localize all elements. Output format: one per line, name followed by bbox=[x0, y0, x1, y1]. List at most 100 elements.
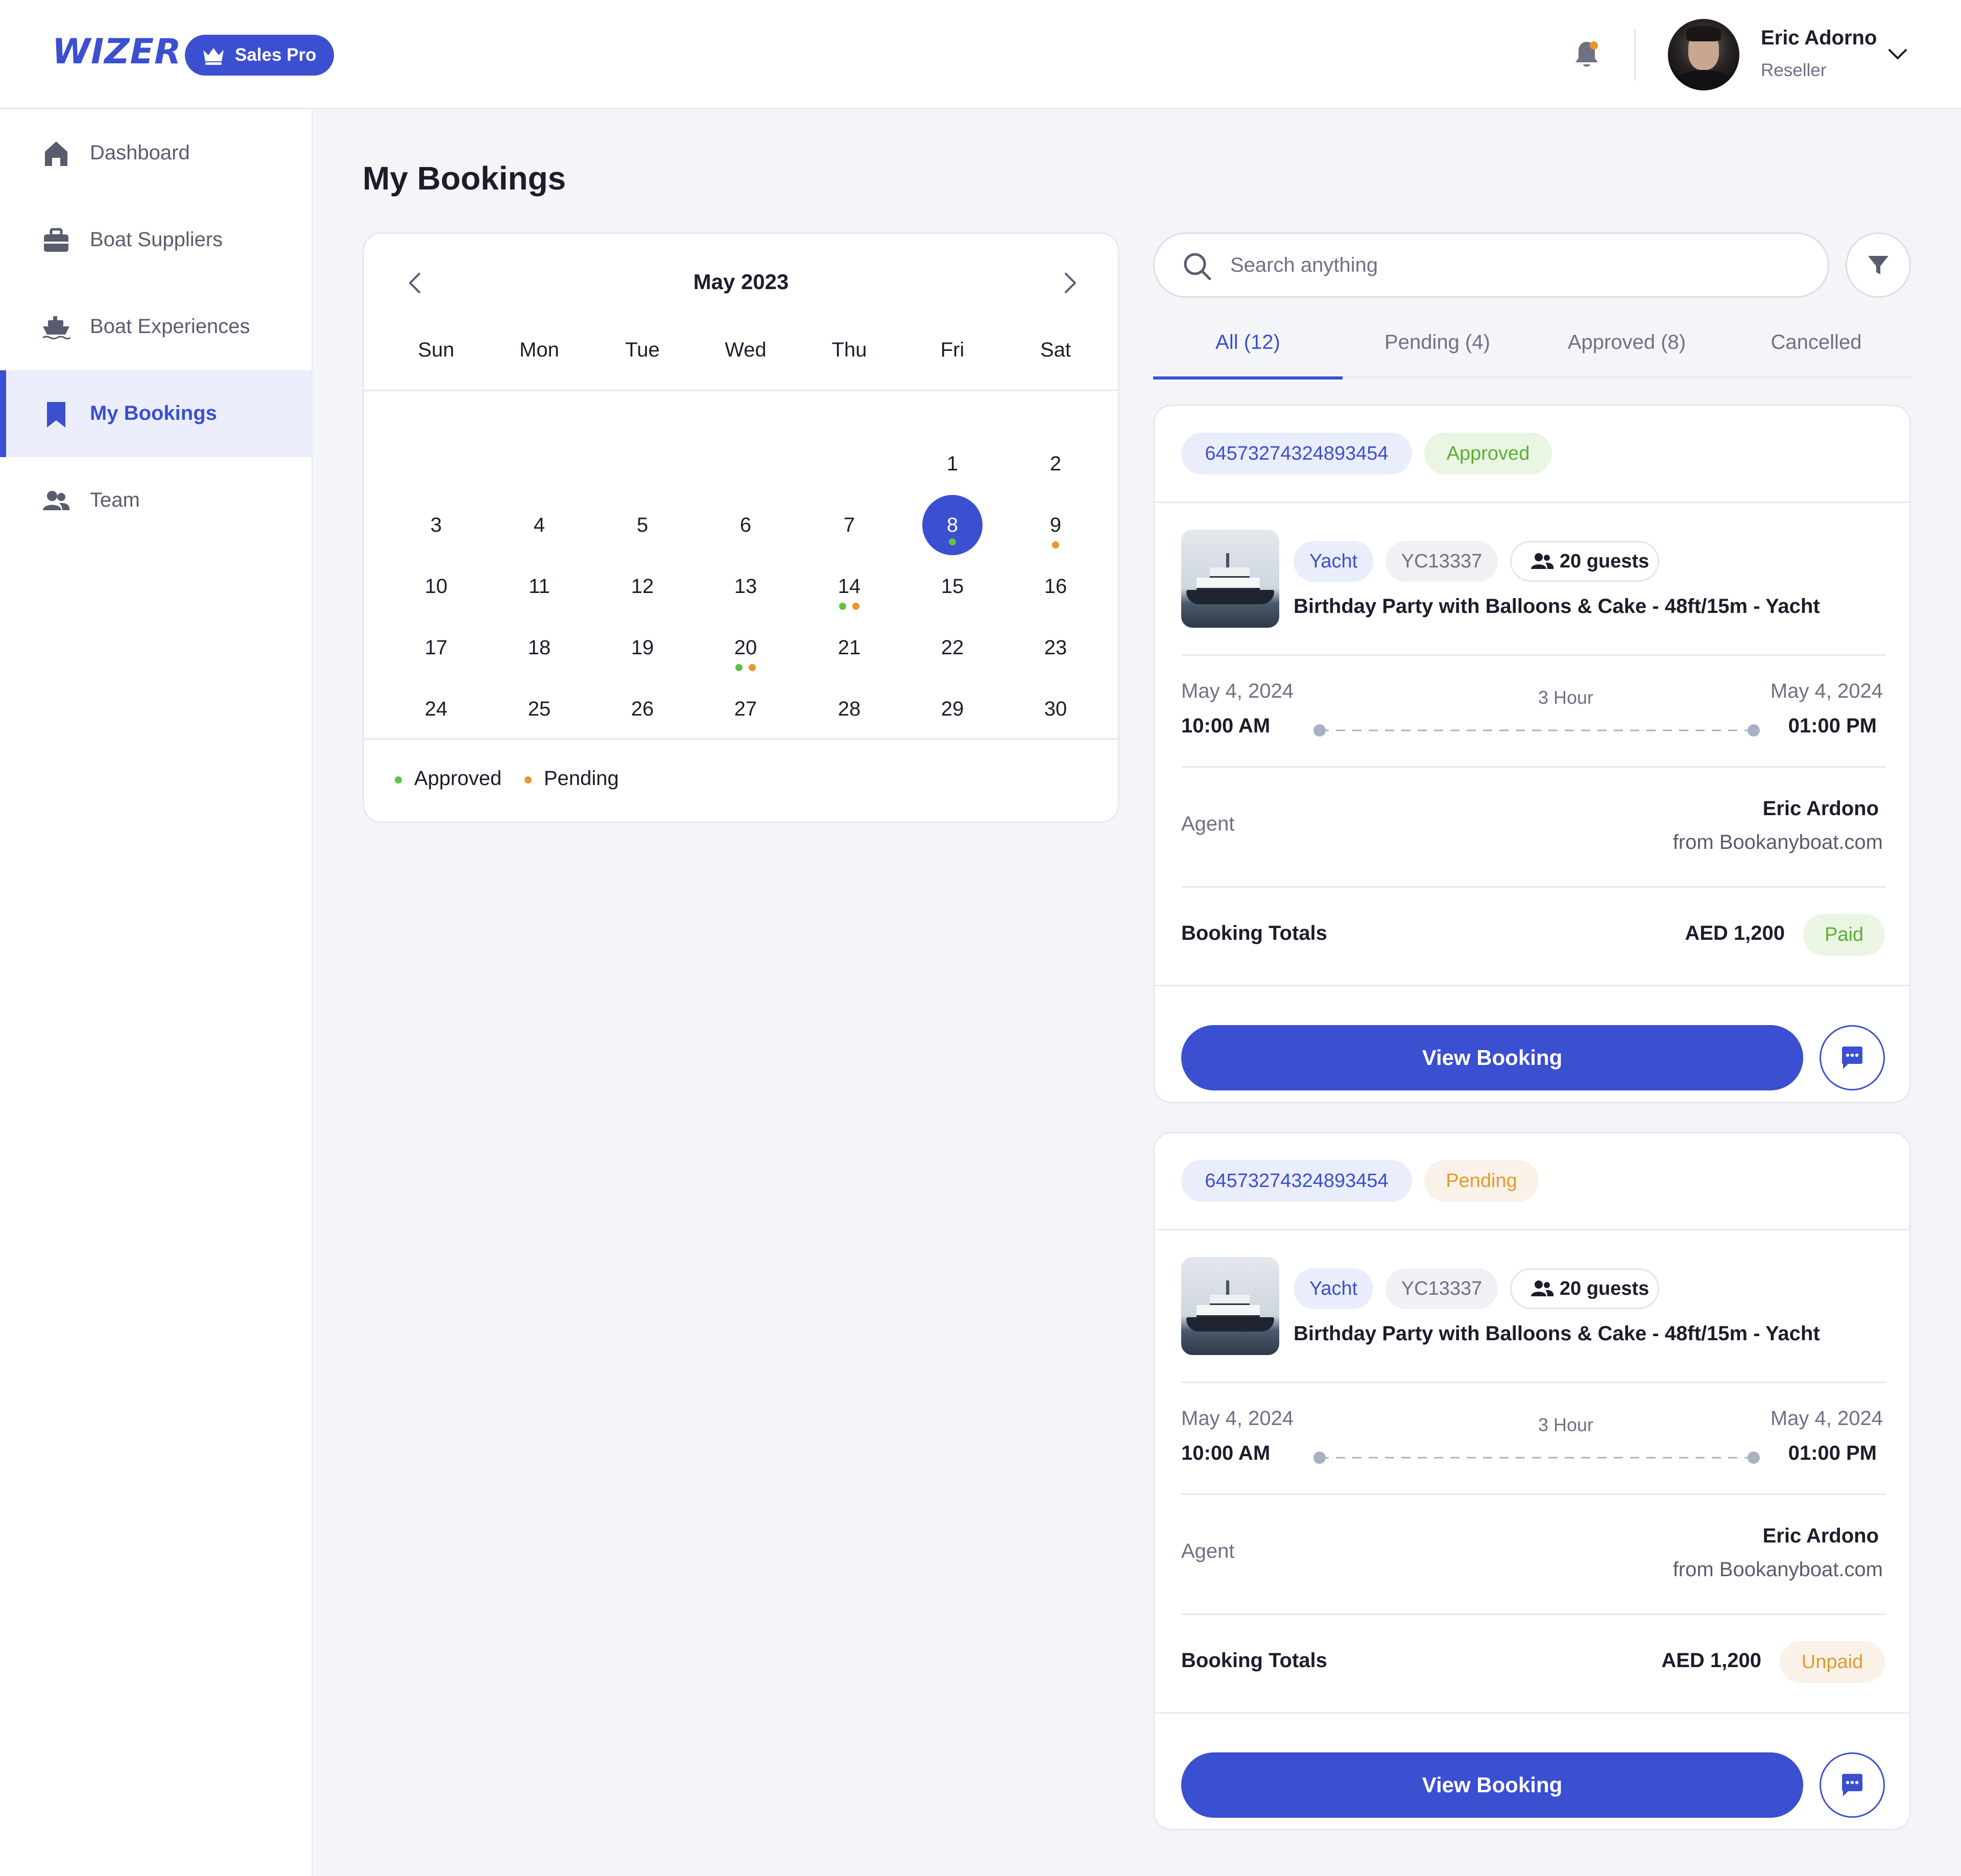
start-date: May 4, 2024 bbox=[1181, 1407, 1294, 1430]
calendar-day[interactable]: 26 bbox=[612, 678, 673, 740]
calendar-day[interactable]: 14 bbox=[819, 556, 880, 617]
calendar-day-number: 17 bbox=[424, 636, 448, 659]
crown-icon bbox=[203, 48, 224, 65]
search-input[interactable] bbox=[1230, 246, 1802, 284]
top-bar: WIZER Sales Pro Eric Adorno Reseller bbox=[0, 0, 1961, 109]
calendar-day[interactable]: 1 bbox=[922, 433, 983, 494]
chevron-down-icon[interactable] bbox=[1887, 47, 1908, 61]
user-name[interactable]: Eric Adorno bbox=[1761, 27, 1877, 50]
ship-icon bbox=[42, 316, 70, 340]
calendar-day[interactable]: 17 bbox=[405, 617, 467, 678]
calendar-day[interactable]: 19 bbox=[612, 617, 673, 678]
calendar-day[interactable]: 24 bbox=[405, 678, 467, 740]
calendar-day[interactable]: 23 bbox=[1025, 617, 1086, 678]
calendar-day[interactable]: 3 bbox=[405, 494, 467, 556]
card-divider bbox=[1181, 886, 1886, 888]
guests-count: 20 guests bbox=[1560, 1278, 1649, 1299]
end-date: May 4, 2024 bbox=[1770, 680, 1883, 702]
plan-badge: Sales Pro bbox=[185, 35, 334, 76]
calendar-day[interactable]: 21 bbox=[819, 617, 880, 678]
calendar-day[interactable]: 16 bbox=[1025, 556, 1086, 617]
sidebar-item-my-bookings[interactable]: My Bookings bbox=[0, 370, 312, 457]
chat-icon bbox=[1842, 1774, 1862, 1796]
calendar-day[interactable]: 5 bbox=[612, 494, 673, 556]
sidebar-item-boat-experiences[interactable]: Boat Experiences bbox=[0, 283, 312, 370]
calendar-day-number: 30 bbox=[1044, 698, 1067, 720]
calendar-day-number: 14 bbox=[838, 575, 861, 598]
view-booking-button[interactable]: View Booking bbox=[1181, 1752, 1803, 1818]
card-divider bbox=[1155, 1712, 1909, 1714]
booking-status-tabs: All (12) Pending (4) Approved (8) Cancel… bbox=[1153, 317, 1911, 379]
duration-label: 3 Hour bbox=[1538, 1414, 1594, 1435]
weekday-label: Sun bbox=[418, 339, 455, 361]
sidebar-item-boat-suppliers[interactable]: Boat Suppliers bbox=[0, 197, 312, 283]
payment-status-badge: Unpaid bbox=[1780, 1641, 1885, 1683]
booking-totals-label: Booking Totals bbox=[1181, 922, 1327, 944]
approved-marker-dot bbox=[839, 603, 846, 610]
calendar-day-number: 29 bbox=[941, 698, 964, 720]
calendar-month-title: May 2023 bbox=[693, 270, 789, 294]
calendar-day[interactable]: 9 bbox=[1025, 494, 1086, 556]
calendar-day[interactable]: 11 bbox=[509, 556, 570, 617]
calendar-day-number: 18 bbox=[528, 636, 551, 659]
calendar-day[interactable]: 13 bbox=[715, 556, 776, 617]
calendar-day-number: 27 bbox=[734, 698, 757, 720]
weekday-label: Mon bbox=[519, 339, 559, 361]
calendar-day[interactable]: 12 bbox=[612, 556, 673, 617]
guests-tag: 20 guests bbox=[1510, 541, 1659, 582]
pending-marker-dot bbox=[852, 603, 859, 610]
tab-pending[interactable]: Pending (4) bbox=[1343, 317, 1532, 378]
agent-name: Eric Ardono bbox=[1762, 797, 1879, 820]
booking-id-badge[interactable]: 64573274324893454 bbox=[1181, 1160, 1412, 1202]
message-button[interactable] bbox=[1820, 1025, 1885, 1090]
pending-marker-dot bbox=[1052, 541, 1059, 549]
legend-approved-label: Approved bbox=[414, 767, 502, 790]
sidebar-item-dashboard[interactable]: Dashboard bbox=[0, 110, 312, 197]
calendar-day[interactable]: 27 bbox=[715, 678, 776, 740]
calendar-day[interactable]: 30 bbox=[1025, 678, 1086, 740]
calendar-day[interactable]: 10 bbox=[405, 556, 467, 617]
chat-icon bbox=[1842, 1047, 1862, 1069]
wizer-logo[interactable]: WIZER bbox=[52, 32, 181, 72]
boat-type-tag: Yacht bbox=[1294, 541, 1373, 582]
calendar-day[interactable]: 15 bbox=[922, 556, 983, 617]
sidebar-item-team[interactable]: Team bbox=[0, 457, 312, 544]
calendar-day[interactable]: 22 bbox=[922, 617, 983, 678]
view-booking-button[interactable]: View Booking bbox=[1181, 1025, 1803, 1090]
calendar-day[interactable]: 20 bbox=[715, 617, 776, 678]
avatar[interactable] bbox=[1668, 19, 1739, 90]
tab-approved[interactable]: Approved (8) bbox=[1532, 317, 1721, 378]
calendar-day[interactable]: 18 bbox=[509, 617, 570, 678]
calendar-day[interactable]: 2 bbox=[1025, 433, 1086, 494]
pending-marker-dot bbox=[749, 664, 756, 671]
weekday-label: Wed bbox=[725, 339, 767, 361]
tab-cancelled[interactable]: Cancelled bbox=[1721, 317, 1911, 378]
experience-title[interactable]: Birthday Party with Balloons & Cake - 48… bbox=[1294, 1322, 1820, 1345]
calendar-day[interactable]: 6 bbox=[715, 494, 776, 556]
calendar-day[interactable]: 28 bbox=[819, 678, 880, 740]
approved-marker-dot bbox=[735, 664, 743, 671]
tab-all[interactable]: All (12) bbox=[1153, 317, 1343, 379]
calendar-day-selected[interactable]: 8 bbox=[922, 494, 983, 556]
boat-code-tag: YC13337 bbox=[1385, 1268, 1498, 1309]
calendar-day[interactable]: 29 bbox=[922, 678, 983, 740]
calendar-day-number: 8 bbox=[946, 514, 959, 536]
filter-button[interactable] bbox=[1846, 232, 1911, 298]
booking-id-badge[interactable]: 64573274324893454 bbox=[1181, 433, 1412, 474]
boat-code-tag: YC13337 bbox=[1385, 541, 1498, 582]
header-divider bbox=[1634, 30, 1636, 81]
bookmark-icon bbox=[47, 402, 65, 428]
calendar-divider bbox=[364, 390, 1118, 391]
calendar-day-number: 19 bbox=[631, 636, 654, 659]
calendar-day[interactable]: 4 bbox=[509, 494, 570, 556]
calendar-day[interactable]: 25 bbox=[509, 678, 570, 740]
card-divider bbox=[1181, 1613, 1886, 1615]
chevron-right-icon[interactable] bbox=[1062, 271, 1080, 295]
message-button[interactable] bbox=[1820, 1752, 1885, 1818]
calendar-day-number: 28 bbox=[838, 698, 861, 720]
calendar-day[interactable]: 7 bbox=[819, 494, 880, 556]
experience-title[interactable]: Birthday Party with Balloons & Cake - 48… bbox=[1294, 595, 1820, 618]
user-role: Reseller bbox=[1761, 60, 1827, 80]
card-divider bbox=[1181, 654, 1886, 656]
calendar-day-number: 26 bbox=[631, 698, 654, 720]
